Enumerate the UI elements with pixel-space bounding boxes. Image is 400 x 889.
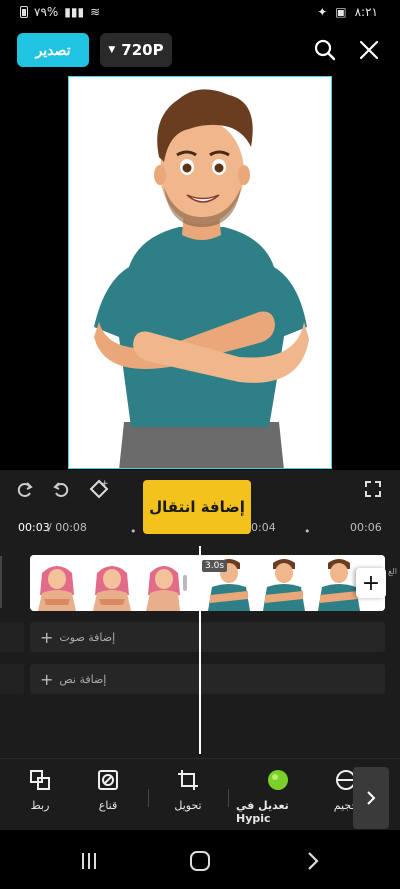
clip-thumbnail	[30, 555, 85, 611]
activity-icon: ✦	[317, 5, 328, 19]
redo-icon[interactable]	[12, 476, 38, 502]
toolbar-divider	[148, 789, 149, 807]
plus-icon: +	[40, 627, 54, 647]
add-audio-track[interactable]: + إضافة صوت	[30, 622, 385, 652]
clip-thumbnail	[257, 555, 312, 611]
ruler-dot: •	[304, 525, 311, 538]
add-audio-label: إضافة صوت	[59, 630, 116, 644]
caret-down-icon: ▼	[108, 45, 116, 55]
add-clip-button[interactable]: +	[356, 568, 386, 598]
plus-icon: +	[40, 669, 54, 689]
search-icon[interactable]	[310, 35, 340, 65]
editor-top-bar: تصدير ▼ 720P	[0, 26, 400, 78]
tool-hypic[interactable]: تعديل في Hypic	[236, 767, 320, 825]
home-icon[interactable]	[187, 848, 213, 874]
current-time: 00:03	[18, 521, 50, 534]
gallery-icon: ▣	[335, 5, 347, 19]
recent-apps-icon[interactable]	[76, 848, 102, 874]
side-label: الغ	[388, 567, 397, 576]
mask-icon	[95, 767, 121, 793]
video-track[interactable]: 3.0s	[30, 555, 385, 611]
fullscreen-icon[interactable]	[360, 476, 386, 502]
playhead[interactable]	[199, 546, 201, 754]
keyframe-icon[interactable]: +	[86, 476, 112, 502]
edit-toolbar: ربط قناع تحويل تعديل في Hypic حجيم	[0, 758, 400, 830]
track-left-edge	[0, 556, 2, 608]
battery-icon	[20, 6, 28, 18]
system-nav-bar	[0, 830, 400, 889]
clip-duration-badge: 3.0s	[202, 560, 228, 572]
export-button[interactable]: تصدير	[17, 33, 89, 67]
tool-link[interactable]: ربط	[8, 767, 72, 812]
total-time: / 00:08	[48, 521, 87, 534]
ruler-mark-6: 00:06	[350, 521, 382, 534]
ruler-dot: •	[130, 525, 137, 538]
hypic-icon	[265, 767, 291, 793]
link-icon	[27, 767, 53, 793]
wifi-icon: ≋	[90, 5, 101, 19]
chevron-right-icon	[367, 791, 376, 805]
resolution-value: 720P	[121, 41, 164, 59]
clip-thumbnail	[85, 555, 140, 611]
resolution-select[interactable]: ▼ 720P	[100, 33, 172, 67]
preview-frame-cartoon-man	[68, 76, 332, 469]
undo-icon[interactable]	[48, 476, 74, 502]
video-preview[interactable]	[0, 76, 400, 470]
track-stub	[0, 622, 24, 652]
track-stub	[0, 664, 24, 694]
tool-label: تحويل	[174, 799, 202, 812]
tool-label: ربط	[30, 799, 50, 812]
tool-mask[interactable]: قناع	[76, 767, 140, 812]
signal-icon: ▮▮▮	[64, 5, 85, 19]
tool-label: قناع	[98, 799, 118, 812]
tool-crop[interactable]: تحويل	[156, 767, 220, 812]
crop-icon	[175, 767, 201, 793]
battery-level: ٧٩%	[34, 5, 59, 19]
tool-label: تعديل في Hypic	[236, 799, 289, 825]
status-bar: ٧٩% ▮▮▮ ≋ ✦ ▣ ٨:٢١	[0, 0, 400, 26]
transition-handle[interactable]	[183, 575, 187, 591]
add-text-label: إضافة نص	[59, 672, 107, 686]
add-text-track[interactable]: + إضافة نص	[30, 664, 385, 694]
toolbar-divider	[228, 789, 229, 807]
more-tools-button[interactable]	[353, 767, 389, 829]
close-icon[interactable]	[354, 35, 384, 65]
back-icon[interactable]	[300, 848, 326, 874]
add-transition-tooltip[interactable]: إضافة انتقال	[143, 480, 251, 534]
clock: ٨:٢١	[354, 5, 378, 19]
clip-thumbnail	[140, 555, 180, 611]
clip-hijab-woman[interactable]	[30, 555, 180, 611]
svg-text:+: +	[101, 479, 109, 489]
